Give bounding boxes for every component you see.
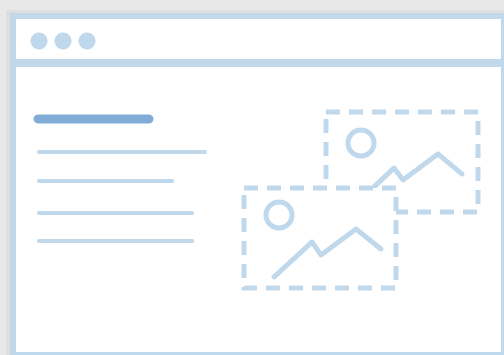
image-placeholder-front [241,185,399,291]
browser-window-illustration [6,10,504,355]
sun-icon [263,199,295,231]
titlebar-dots [30,32,96,50]
window-dot-icon [54,32,72,50]
window-dot-icon [78,32,96,50]
illustration-stage [0,0,504,355]
window-dot-icon [30,32,48,50]
image-placeholder-frame [241,185,399,291]
sun-icon [345,127,377,159]
